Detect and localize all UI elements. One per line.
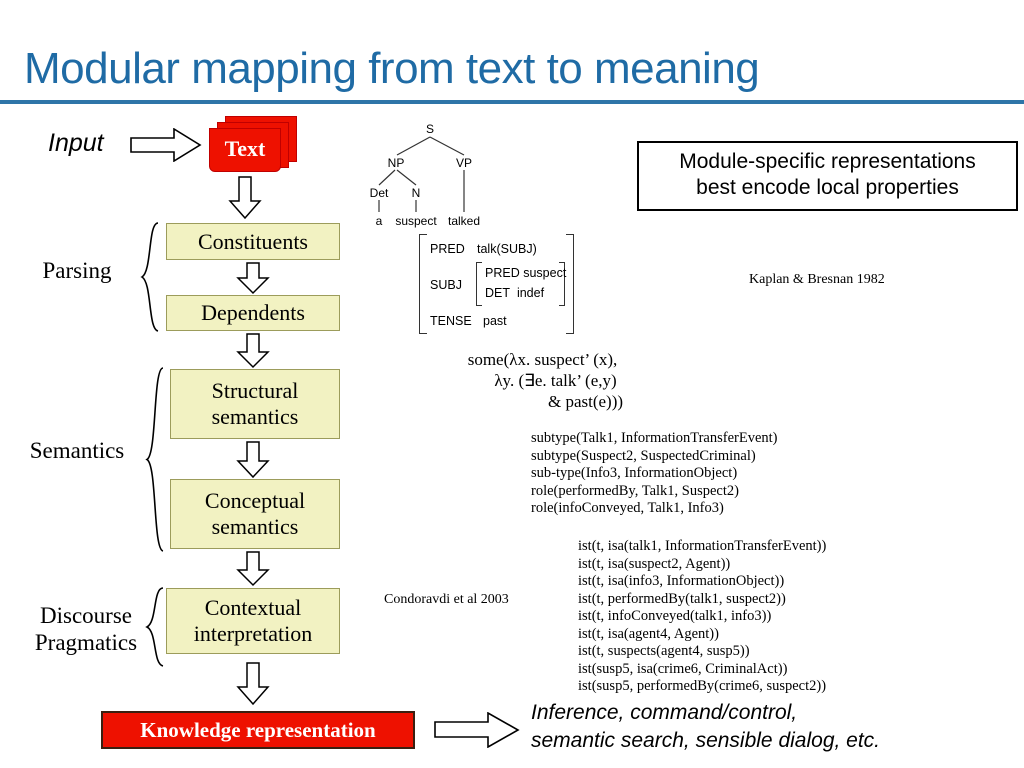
brace-semantics-icon [145,367,164,552]
subtype-line: role(infoConveyed, Talk1, Info3) [531,500,724,516]
ist-line: ist(susp5, performedBy(crime6, suspect2)… [578,678,827,694]
knowledge-representation-bar[interactable]: Knowledge representation [101,711,415,749]
output-arrow-icon [434,712,520,748]
callout-line-1: Module-specific representations [679,150,976,173]
slide-canvas: Modular mapping from text to meaning Inp… [0,0,1024,768]
outcome-text: Inference, command/control, semantic sea… [531,699,880,755]
brace-parsing-icon [140,222,159,332]
lambda-logic-block: some(λx. suspect’ (x), λy. (∃e. talk’ (e… [430,349,655,412]
pipeline-box-label: Contextual [204,595,302,620]
stage-label-text-line2: Pragmatics [34,630,138,655]
knowledge-representation-label: Knowledge representation [140,717,376,742]
subtype-line: sub-type(Info3, InformationObject) [531,465,738,481]
tree-node-s: S [425,122,435,136]
ist-line: ist(susp5, isa(crime6, CriminalAct)) [578,660,788,677]
pipeline-box-label-line2: semantics [211,404,299,429]
avm-inner-bracket-left [476,262,482,306]
callout-box: Module-specific representations best enc… [637,141,1018,211]
citation-kaplan-bresnan: Kaplan & Bresnan 1982 [749,272,885,287]
pipeline-box-label: Structural [211,378,299,403]
pipeline-box-label-line2: semantics [211,514,299,539]
flow-arrow-down-icon [228,176,262,220]
subtype-role-block: subtype(Talk1, InformationTransferEvent)… [531,430,778,518]
page-title: Modular mapping from text to meaning [24,44,760,93]
pipeline-box-label: Dependents [201,300,305,325]
outcome-line-2: semantic search, sensible dialog, etc. [531,729,881,752]
ist-line: ist(t, isa(info3, InformationObject)) [578,573,785,589]
tree-node-vp: VP [455,156,473,170]
text-card-front: Text [209,128,281,172]
tree-leaf-a: a [375,214,383,228]
avm-bracket-left [419,234,427,334]
avm-attr-subj: SUBJ [430,278,462,292]
text-card-stack: Text [209,116,299,172]
input-arrow-icon [130,128,202,162]
ist-line: ist(t, isa(agent4, Agent)) [578,625,719,642]
stage-label-text: Semantics [29,438,125,463]
title-divider [0,100,1024,104]
callout-line-2: best encode local properties [696,176,959,199]
ist-line: ist(t, performedBy(talk1, suspect2)) [578,590,786,607]
stage-label-text: Parsing [42,258,112,283]
avm-value-tense: past [483,314,507,328]
syntax-tree-diagram: S NP VP Det N a suspect talked [368,122,498,230]
ist-line: ist(t, isa(talk1, InformationTransferEve… [578,538,827,554]
feature-structure-avm: PRED talk(SUBJ) SUBJ PRED suspect DET in… [419,234,579,334]
pipeline-box-structural-semantics[interactable]: Structural semantics [170,369,340,439]
lambda-line-3: & past(e))) [547,392,624,411]
tree-leaf-suspect: suspect [395,214,437,228]
lambda-line-2: λy. (∃e. talk’ (e,y) [494,371,617,390]
pipeline-box-dependents[interactable]: Dependents [166,295,340,331]
flow-arrow-down-icon [236,662,270,706]
stage-label-text: Discourse [40,603,132,628]
pipeline-box-label: Constituents [197,228,308,254]
ist-context-block: ist(t, isa(talk1, InformationTransferEve… [578,538,826,696]
pipeline-box-label-line2: interpretation [193,621,313,646]
tree-node-np: NP [387,156,405,170]
flow-arrow-down-icon [236,333,270,369]
flow-arrow-down-icon [236,262,270,295]
avm-inner-pred: PRED suspect [485,266,567,280]
pipeline-box-conceptual-semantics[interactable]: Conceptual semantics [170,479,340,549]
tree-leaf-talked: talked [447,214,481,228]
tree-node-n: N [411,186,421,200]
flow-arrow-down-icon [236,551,270,587]
avm-inner-det: DET indef [485,286,545,300]
lambda-line-1: some(λx. suspect’ (x), [467,350,618,369]
stage-label-discourse-pragmatics: Discourse Pragmatics [22,602,150,656]
avm-value-pred: talk(SUBJ) [477,242,537,256]
brace-discourse-icon [145,587,164,667]
flow-arrow-down-icon [236,441,270,479]
avm-attr-tense: TENSE [430,314,472,328]
text-card-label: Text [224,135,266,161]
ist-line: ist(t, suspects(agent4, susp5)) [578,643,750,659]
citation-condoravdi: Condoravdi et al 2003 [384,592,509,607]
stage-label-semantics: Semantics [12,437,142,464]
pipeline-box-contextual-interpretation[interactable]: Contextual interpretation [166,588,340,654]
avm-attr-pred: PRED [430,242,465,256]
subtype-line: subtype(Suspect2, SuspectedCriminal) [531,447,756,464]
pipeline-box-label: Conceptual [204,488,306,513]
stage-label-parsing: Parsing [22,257,132,284]
input-label: Input [48,129,104,157]
pipeline-box-constituents[interactable]: Constituents [166,223,340,260]
subtype-line: subtype(Talk1, InformationTransferEvent) [531,430,778,446]
tree-node-det: Det [369,186,389,200]
ist-line: ist(t, infoConveyed(talk1, info3)) [578,608,772,624]
subtype-line: role(performedBy, Talk1, Suspect2) [531,482,739,499]
avm-bracket-right [566,234,574,334]
ist-line: ist(t, isa(suspect2, Agent)) [578,555,731,572]
outcome-line-1: Inference, command/control, [531,701,798,724]
